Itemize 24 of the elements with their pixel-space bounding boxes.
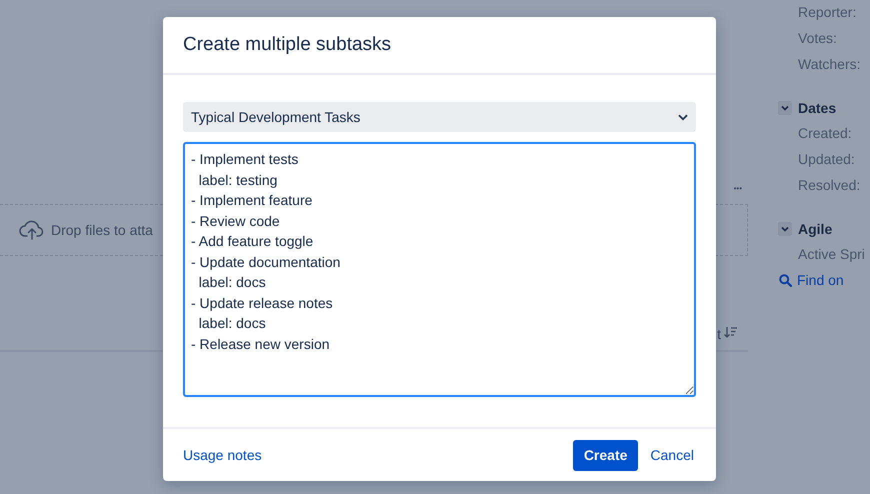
sort-label: t [717,326,721,342]
find-link[interactable]: Find on [779,272,865,288]
chevron-icon[interactable] [778,101,792,115]
sort-icon[interactable] [724,326,738,338]
cloud-upload-icon [19,219,45,241]
field-label: Resolved: [798,177,862,194]
chevron-icon[interactable] [778,222,792,236]
field-label: Updated: [798,151,856,168]
dropzone-text: Drop files to atta [51,222,153,238]
field-label: Reporter: [798,4,858,21]
chevron-down-icon [678,114,688,120]
field-label: Created: [798,125,853,142]
field-label: Votes: [798,30,838,47]
cancel-button[interactable]: Cancel [648,447,696,463]
tasks-textarea[interactable]: - Implement tests label: testing - Implement feature - Review code - Add feature toggle - Update documentation label: docs - Update release notes label: docs - Release new version [183,142,696,397]
field-label: Watchers: [798,56,862,73]
search-icon [779,274,792,286]
create-button[interactable]: Create [572,440,638,470]
section-title: Agile [798,221,832,237]
template-select[interactable]: Typical Development Tasks [183,102,696,132]
field-label: Active Spri [798,246,865,263]
section-title: Dates [798,100,836,116]
usage-notes-link[interactable]: Usage notes [183,447,262,463]
dialog-title: Create multiple subtasks [183,34,392,56]
